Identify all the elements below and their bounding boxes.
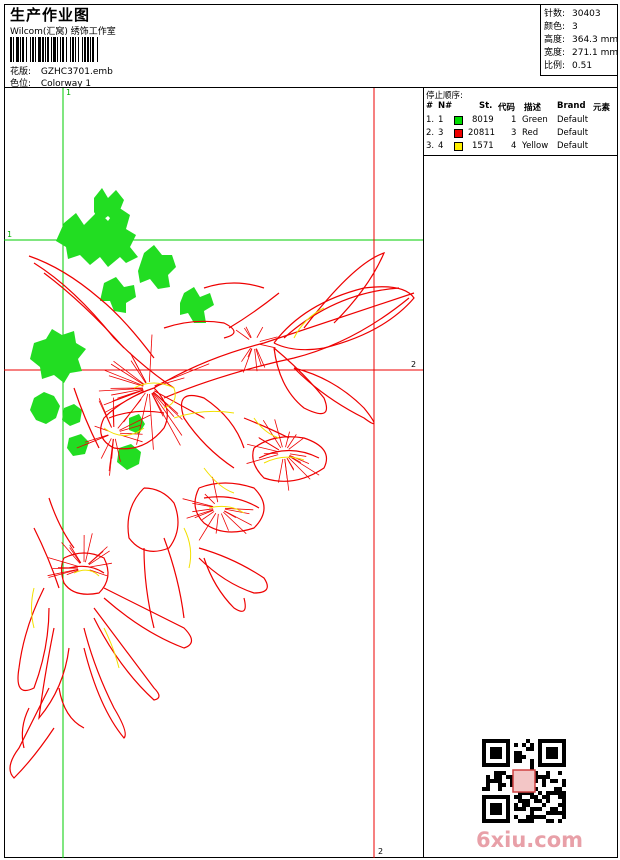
stat-label: 宽度: <box>544 48 566 58</box>
row-st: 20811 <box>468 128 496 138</box>
page-title: 生产作业图 <box>10 6 91 24</box>
stat-value: 0.51 <box>572 61 593 71</box>
col-st: St. <box>479 101 493 111</box>
guide-label-v1: 1 <box>66 88 72 97</box>
guide-label-v2: 2 <box>378 847 384 856</box>
row-code: 4 <box>511 141 517 151</box>
row-n: 4 <box>438 141 444 151</box>
row-code: 3 <box>511 128 517 138</box>
design-canvas: 1 1 2 2 <box>4 88 424 858</box>
stat-value: 30403 <box>572 9 601 19</box>
col-brand: Brand <box>557 101 586 111</box>
row-num: 2. <box>426 128 435 138</box>
red-radiating-strands <box>47 326 320 578</box>
stat-colors: 颜色: 3 <box>544 19 578 32</box>
row-desc: Green <box>522 115 548 125</box>
sequence-title: 停止顺序: <box>426 91 463 101</box>
embroidery-preview <box>4 88 423 858</box>
stat-value: 3 <box>572 22 578 32</box>
row-desc: Red <box>522 128 539 138</box>
header: 生产作业图 Wilcom(汇窝) 绣饰工作室 花版: GZHC3701.emb … <box>4 4 618 89</box>
table-row: 1. 1 8019 1 Green Default <box>424 115 618 127</box>
stat-value: 271.1 mm <box>572 48 619 58</box>
row-n: 3 <box>438 128 444 138</box>
col-num: # <box>426 101 434 111</box>
row-code: 1 <box>511 115 517 125</box>
qr-code <box>480 738 568 824</box>
table-row: 2. 3 20811 3 Red Default <box>424 128 618 140</box>
stat-label: 高度: <box>544 35 566 45</box>
row-num: 3. <box>426 141 435 151</box>
row-brand: Default <box>557 141 589 151</box>
header-info: 生产作业图 Wilcom(汇窝) 绣饰工作室 花版: GZHC3701.emb … <box>8 4 544 89</box>
barcode <box>10 37 156 62</box>
color-swatch-yellow <box>454 142 463 151</box>
stop-sequence: 停止顺序: # N# St. 代码 描述 Brand 元素 1. 1 8019 … <box>424 88 618 156</box>
row-st: 8019 <box>472 115 494 125</box>
red-flower-outlines <box>9 252 415 779</box>
row-st: 1571 <box>472 141 494 151</box>
table-row: 3. 4 1571 4 Yellow Default <box>424 141 618 153</box>
guide-label-h2: 2 <box>411 360 417 369</box>
green-leaf-cluster <box>30 188 214 470</box>
row-brand: Default <box>557 128 589 138</box>
stats-box: 针数: 30403 颜色: 3 高度: 364.3 mm 宽度: 271.1 mm 比例… <box>540 4 618 76</box>
site-watermark: 6xiu.com <box>476 828 584 852</box>
stat-height: 高度: 364.3 mm <box>544 32 618 45</box>
row-desc: Yellow <box>522 141 549 151</box>
col-n: N# <box>438 101 453 111</box>
color-swatch-green <box>454 116 463 125</box>
sequence-header-row: # N# St. 代码 描述 Brand 元素 <box>424 101 618 113</box>
stat-stitches: 针数: 30403 <box>544 6 601 19</box>
col-code: 代码 <box>498 103 516 113</box>
color-swatch-red <box>454 129 463 138</box>
stat-value: 364.3 mm <box>572 35 619 45</box>
col-element: 元素 <box>593 103 611 113</box>
stat-label: 颜色: <box>544 22 566 32</box>
studio-name: Wilcom(汇窝) 绣饰工作室 <box>10 27 116 37</box>
stat-label: 针数: <box>544 9 566 19</box>
stat-scale: 比例: 0.51 <box>544 58 592 71</box>
col-desc: 描述 <box>524 103 542 113</box>
stat-label: 比例: <box>544 61 566 71</box>
guide-label-h1: 1 <box>7 230 13 239</box>
row-n: 1 <box>438 115 444 125</box>
row-brand: Default <box>557 115 589 125</box>
row-num: 1. <box>426 115 435 125</box>
stat-width: 宽度: 271.1 mm <box>544 45 618 58</box>
